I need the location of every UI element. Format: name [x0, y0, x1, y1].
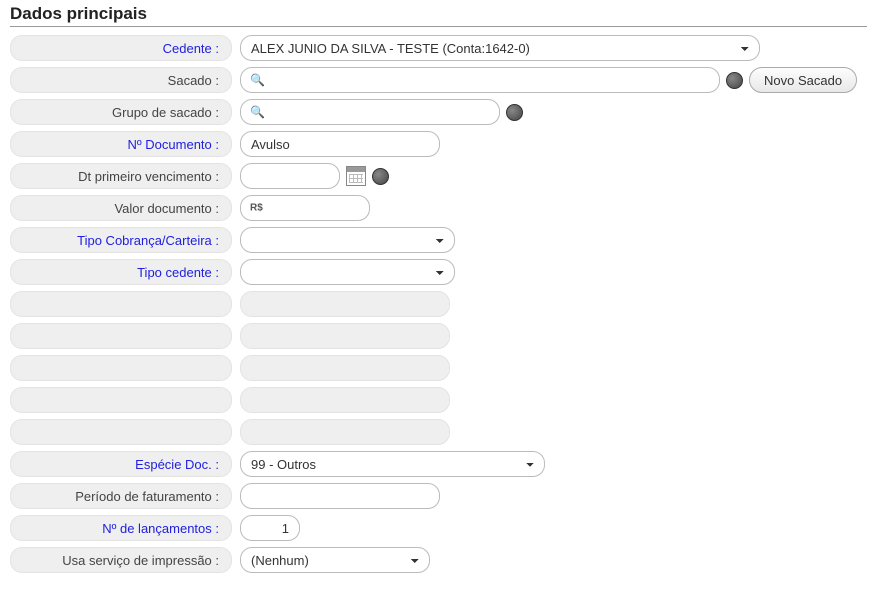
row-tipo-cobranca: Tipo Cobrança/Carteira : [10, 227, 867, 253]
row-blank-5 [10, 419, 867, 445]
blank-field [240, 291, 450, 317]
refresh-icon[interactable] [726, 72, 743, 89]
label-valor-documento: Valor documento : [10, 195, 232, 221]
row-periodo-faturamento: Período de faturamento : [10, 483, 867, 509]
tipo-cedente-select[interactable] [240, 259, 455, 285]
novo-sacado-button[interactable]: Novo Sacado [749, 67, 857, 93]
row-usa-impressao: Usa serviço de impressão : (Nenhum) [10, 547, 867, 573]
especie-doc-select[interactable]: 99 - Outros [240, 451, 545, 477]
row-n-lancamentos: Nº de lançamentos : [10, 515, 867, 541]
label-blank [10, 323, 232, 349]
row-valor-documento: Valor documento : R$ [10, 195, 867, 221]
label-tipo-cedente[interactable]: Tipo cedente : [10, 259, 232, 285]
grupo-sacado-input[interactable] [240, 99, 500, 125]
row-blank-4 [10, 387, 867, 413]
cedente-select[interactable]: ALEX JUNIO DA SILVA - TESTE (Conta:1642-… [240, 35, 760, 61]
row-blank-1 [10, 291, 867, 317]
label-cedente[interactable]: Cedente : [10, 35, 232, 61]
n-documento-input[interactable] [240, 131, 440, 157]
tipo-cobranca-select[interactable] [240, 227, 455, 253]
label-blank [10, 419, 232, 445]
label-usa-impressao: Usa serviço de impressão : [10, 547, 232, 573]
label-especie-doc[interactable]: Espécie Doc. : [10, 451, 232, 477]
blank-field [240, 355, 450, 381]
row-grupo-sacado: Grupo de sacado : 🔍 [10, 99, 867, 125]
label-sacado: Sacado : [10, 67, 232, 93]
label-n-lancamentos[interactable]: Nº de lançamentos : [10, 515, 232, 541]
row-especie-doc: Espécie Doc. : 99 - Outros [10, 451, 867, 477]
label-grupo-sacado: Grupo de sacado : [10, 99, 232, 125]
label-n-documento[interactable]: Nº Documento : [10, 131, 232, 157]
label-blank [10, 355, 232, 381]
blank-field [240, 323, 450, 349]
blank-field [240, 387, 450, 413]
label-blank [10, 291, 232, 317]
label-tipo-cobranca[interactable]: Tipo Cobrança/Carteira : [10, 227, 232, 253]
refresh-icon[interactable] [372, 168, 389, 185]
sacado-input[interactable] [240, 67, 720, 93]
label-periodo-faturamento: Período de faturamento : [10, 483, 232, 509]
blank-field [240, 419, 450, 445]
dt-primeiro-vencimento-input[interactable] [240, 163, 340, 189]
row-n-documento: Nº Documento : [10, 131, 867, 157]
row-blank-3 [10, 355, 867, 381]
row-blank-2 [10, 323, 867, 349]
valor-documento-input[interactable] [240, 195, 370, 221]
section-title: Dados principais [10, 4, 867, 27]
row-cedente: Cedente : ALEX JUNIO DA SILVA - TESTE (C… [10, 35, 867, 61]
refresh-icon[interactable] [506, 104, 523, 121]
row-dt-primeiro-vencimento: Dt primeiro vencimento : [10, 163, 867, 189]
row-sacado: Sacado : 🔍 Novo Sacado [10, 67, 867, 93]
row-tipo-cedente: Tipo cedente : [10, 259, 867, 285]
periodo-faturamento-input[interactable] [240, 483, 440, 509]
n-lancamentos-input[interactable] [240, 515, 300, 541]
label-blank [10, 387, 232, 413]
label-dt-primeiro-vencimento: Dt primeiro vencimento : [10, 163, 232, 189]
usa-impressao-select[interactable]: (Nenhum) [240, 547, 430, 573]
calendar-icon[interactable] [346, 166, 366, 186]
